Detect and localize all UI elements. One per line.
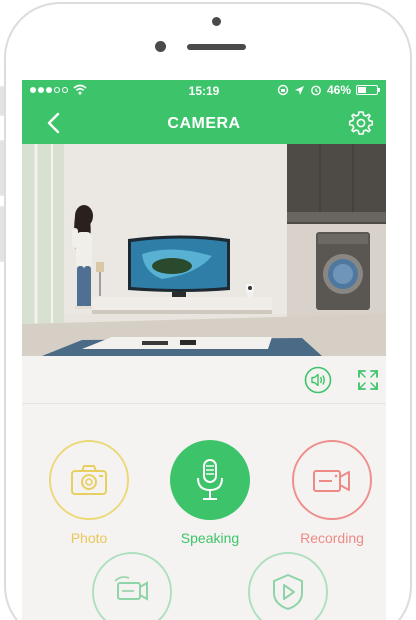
volume-up-button — [0, 140, 4, 196]
page-title: CAMERA — [167, 115, 241, 132]
record-list-circle — [92, 552, 172, 620]
app-header: 15:19 46% CAMERA — [22, 80, 386, 144]
video-camera-icon — [313, 470, 350, 492]
photo-circle — [49, 440, 129, 520]
proximity-sensor — [155, 41, 166, 52]
location-icon — [294, 85, 304, 95]
recording-button[interactable]: Recording — [290, 440, 374, 546]
microphone-icon — [197, 459, 223, 500]
recording-label: Recording — [300, 530, 364, 546]
battery-icon — [356, 85, 380, 95]
status-bar: 15:19 46% — [22, 80, 386, 102]
volume-down-button — [0, 206, 4, 262]
photo-button[interactable]: Photo — [47, 440, 131, 546]
speaking-button[interactable]: Speaking — [168, 440, 252, 546]
photo-label: Photo — [70, 530, 108, 546]
gear-icon[interactable] — [348, 110, 374, 136]
mute-switch — [0, 86, 4, 116]
play-shield-icon — [273, 574, 303, 610]
camera-feed-image — [22, 144, 386, 356]
fullscreen-icon[interactable] — [354, 366, 382, 394]
video-toolbar — [22, 356, 386, 404]
alarm-icon — [311, 85, 321, 96]
recording-circle — [292, 440, 372, 520]
video-record-icon — [114, 576, 148, 601]
playback-circle — [248, 552, 328, 620]
speaking-label: Speaking — [180, 530, 240, 546]
status-right: 46% — [277, 83, 380, 97]
battery-percent: 46% — [326, 83, 351, 97]
rotation-lock-icon — [277, 84, 289, 96]
earpiece-speaker — [187, 44, 246, 50]
camera-icon — [71, 465, 107, 495]
nav-bar: CAMERA — [22, 102, 386, 144]
playback-button[interactable] — [246, 552, 330, 620]
record-list-button[interactable] — [90, 552, 174, 620]
front-camera — [212, 17, 221, 26]
battery-fill — [358, 87, 367, 93]
speaking-circle — [170, 440, 250, 520]
app-screen: 15:19 46% CAMERA Photo Speaking Recordin… — [22, 80, 386, 620]
live-video-feed[interactable] — [22, 144, 386, 356]
speaker-icon[interactable] — [304, 366, 332, 394]
